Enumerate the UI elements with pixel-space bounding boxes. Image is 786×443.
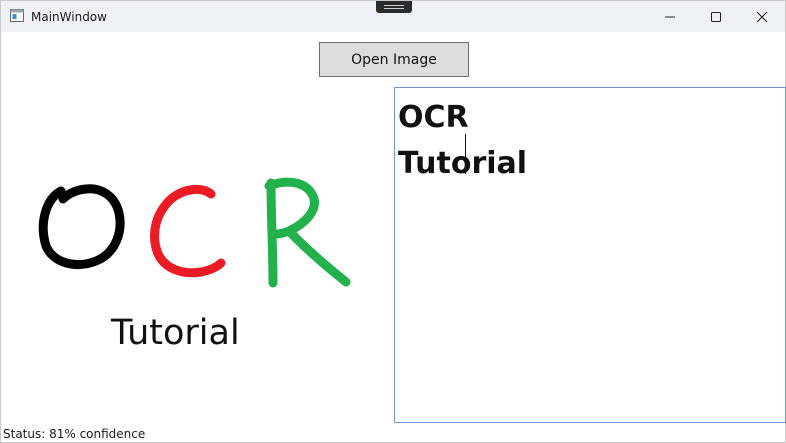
open-image-button[interactable]: Open Image	[319, 42, 469, 77]
ocr-source-image: Tutorial	[38, 177, 351, 353]
image-caption: Tutorial	[110, 313, 240, 353]
window-title: MainWindow	[31, 10, 107, 24]
close-icon	[756, 11, 768, 23]
ocr-result-textbox[interactable]: OCR Tutorial	[394, 87, 786, 423]
status-text: Status: 81% confidence	[3, 427, 146, 441]
app-icon	[10, 9, 24, 22]
main-window: MainWindow Open Image Tutorial OCR Tutor…	[0, 0, 786, 443]
letter-o-stroke	[38, 184, 125, 269]
minimize-button[interactable]	[647, 1, 693, 32]
maximize-button[interactable]	[693, 1, 739, 32]
text-caret	[465, 134, 466, 174]
close-button[interactable]	[739, 1, 785, 32]
maximize-icon	[711, 12, 721, 22]
minimize-icon	[665, 16, 675, 18]
snap-handle[interactable]	[376, 1, 412, 13]
letter-r-stroke	[264, 177, 351, 288]
letter-c-stroke	[150, 184, 226, 278]
title-bar[interactable]: MainWindow	[1, 1, 785, 32]
